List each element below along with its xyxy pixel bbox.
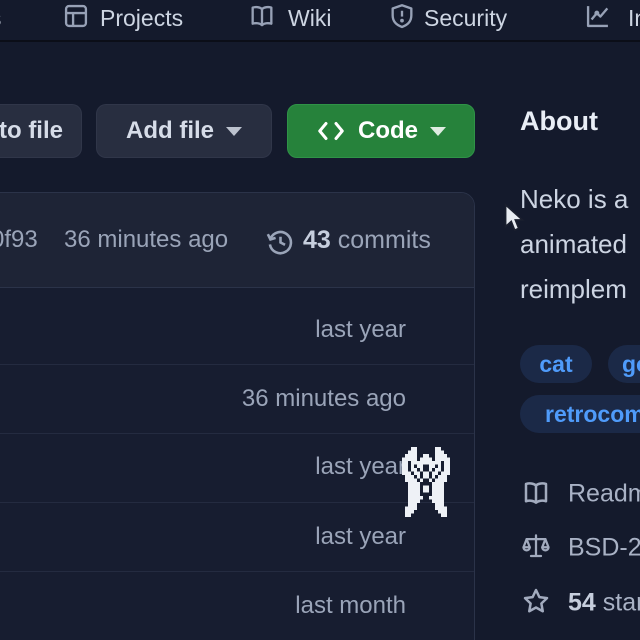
nav-tab-actions[interactable]: Actions: [0, 3, 1, 33]
readme-link[interactable]: Readme: [568, 480, 640, 509]
commit-hash-link[interactable]: 0f93: [0, 226, 38, 254]
topic-tag-retrocomputing[interactable]: retrocomp: [520, 395, 640, 433]
code-brackets-icon: [316, 118, 346, 144]
neko-cat-sprite: [402, 447, 450, 522]
chevron-down-icon: [430, 127, 446, 136]
code-label: Code: [358, 117, 418, 145]
commit-time: 36 minutes ago: [64, 226, 228, 254]
chevron-down-icon: [226, 127, 242, 136]
file-row-updated[interactable]: last year: [315, 523, 406, 551]
topic-tag-go[interactable]: go: [608, 345, 640, 383]
row-divider: [0, 571, 474, 572]
star-icon: [521, 586, 551, 621]
row-divider: [0, 433, 474, 434]
about-description-line: reimplem: [520, 274, 627, 305]
nav-tab-insights[interactable]: Insights: [628, 3, 640, 33]
nav-tab-wiki[interactable]: Wiki: [288, 3, 331, 33]
add-file-label: Add file: [126, 117, 214, 145]
book-icon: [248, 2, 276, 35]
law-icon: [521, 531, 551, 566]
history-icon: [265, 227, 296, 263]
tag-label: cat: [539, 351, 572, 378]
code-button[interactable]: Code: [287, 104, 475, 158]
license-link[interactable]: BSD-2-Clause license: [568, 534, 640, 563]
file-row-updated[interactable]: last year: [315, 316, 406, 344]
about-description-line: animated: [520, 229, 627, 260]
github-repo-page: Actions Projects Wiki Security Insights …: [0, 0, 640, 640]
stars-label: stars: [603, 589, 640, 617]
file-row-updated[interactable]: 36 minutes ago: [242, 385, 406, 413]
graph-icon: [584, 2, 612, 35]
add-file-button[interactable]: Add file: [96, 104, 272, 158]
nav-tab-projects[interactable]: Projects: [100, 3, 183, 33]
shield-icon: [388, 2, 416, 35]
file-row-updated[interactable]: last year: [315, 453, 406, 481]
file-row-updated[interactable]: last month: [295, 592, 406, 620]
table-icon: [62, 2, 90, 35]
file-list-panel: 0f93 36 minutes ago 43 commits last year…: [0, 192, 475, 640]
tag-label: retrocomp: [545, 401, 640, 428]
commits-count: 43: [303, 226, 331, 254]
commits-label: commits: [338, 226, 431, 254]
commits-count-link[interactable]: 43 commits: [303, 226, 431, 255]
mouse-cursor-icon: [503, 203, 527, 240]
about-heading: About: [520, 106, 598, 137]
stars-count: 54: [568, 589, 596, 617]
nav-divider: [0, 40, 640, 42]
go-to-file-button[interactable]: Go to file: [0, 104, 82, 158]
go-to-file-label: Go to file: [0, 117, 63, 145]
about-description-line: Neko is a: [520, 184, 628, 215]
book-icon: [521, 478, 551, 513]
tag-label: go: [622, 351, 640, 378]
topic-tag-cat[interactable]: cat: [520, 345, 592, 383]
stars-link[interactable]: 54 stars: [568, 589, 640, 618]
row-divider: [0, 364, 474, 365]
latest-commit-bar: 0f93 36 minutes ago 43 commits: [0, 193, 474, 288]
nav-tab-security[interactable]: Security: [424, 3, 507, 33]
